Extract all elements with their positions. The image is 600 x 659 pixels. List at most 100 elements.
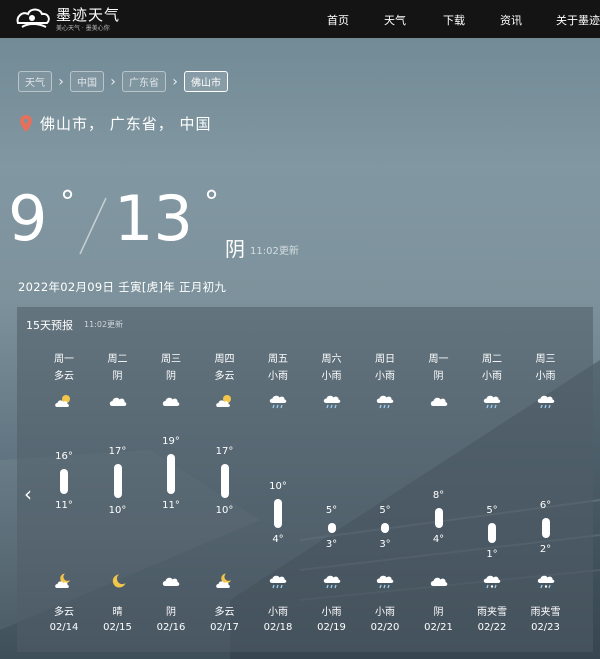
forecast-night-condition: 小雨	[375, 607, 395, 618]
temperature-range-bar	[274, 498, 282, 529]
logo-title: 墨迹天气	[56, 6, 121, 24]
breadcrumb-weather[interactable]: 天气	[18, 71, 52, 92]
nav-link-home[interactable]: 首页	[327, 12, 349, 28]
sleet-icon	[536, 573, 556, 589]
forecast-weekday: 周六	[321, 354, 342, 365]
cloudy-moon-icon	[54, 573, 74, 589]
current-high-temp: 13	[114, 182, 193, 255]
forecast-weekday: 周三	[161, 354, 181, 365]
forecast-night-condition: 小雨	[321, 607, 342, 618]
rain-icon	[375, 393, 395, 409]
forecast-high-temp: 5°	[486, 505, 498, 517]
partly-cloudy-icon	[54, 393, 74, 409]
forecast-date: 02/22	[477, 622, 507, 633]
forecast-day-column: 周二阴 17° 10° 晴 02/15	[91, 307, 145, 652]
temperature-range-bar	[167, 454, 175, 494]
forecast-low-temp: 2°	[539, 544, 552, 556]
forecast-weekday: 周一	[428, 354, 449, 365]
forecast-day-column: 周一阴 8° 4° 阴 02/21	[412, 307, 466, 652]
forecast-weekday: 周四	[214, 354, 235, 365]
rain-icon	[375, 573, 395, 589]
breadcrumb: 天气 › 中国 › 广东省 › 佛山市	[18, 71, 228, 92]
forecast-panel: 15天预报 11:02更新 ‹ 周一 多云 16° 11° 多云 02/14 周二阴 17° 1…	[17, 307, 593, 652]
temperature-range-bar	[381, 523, 389, 534]
forecast-day-column: 周五 小雨 10° 4° 小雨 02/18	[251, 307, 305, 652]
forecast-weekday: 周二	[482, 354, 502, 365]
rain-icon	[482, 393, 502, 409]
rain-icon	[322, 573, 342, 589]
forecast-day-column: 周六 小雨 5° 3° 小雨 02/19	[305, 307, 359, 652]
forecast-low-temp: 4°	[432, 534, 445, 546]
forecast-low-temp: 4°	[272, 534, 284, 546]
chevron-right-icon: ›	[58, 73, 64, 90]
forecast-weekday: 周一	[54, 354, 74, 365]
moon-icon	[108, 573, 128, 589]
rain-icon	[322, 393, 342, 409]
forecast-high-temp: 8°	[432, 490, 445, 502]
forecast-day-condition: 小雨	[321, 371, 342, 382]
breadcrumb-china[interactable]: 中国	[70, 71, 104, 92]
forecast-night-condition: 雨夹雪	[477, 607, 507, 618]
temperature-range-bar	[488, 523, 496, 543]
degree-symbol: °	[60, 185, 75, 220]
chevron-right-icon: ›	[172, 73, 178, 90]
forecast-day-column: 周四 多云 17° 10° 多云 02/17	[198, 307, 252, 652]
forecast-night-condition: 雨夹雪	[530, 607, 561, 618]
chevron-right-icon: ›	[110, 73, 116, 90]
forecast-date: 02/20	[370, 622, 400, 633]
degree-symbol: °	[204, 185, 219, 220]
nav-link-download[interactable]: 下载	[443, 12, 465, 28]
forecast-date: 02/23	[531, 622, 560, 633]
cloud-icon	[161, 393, 181, 409]
rain-icon	[268, 573, 288, 589]
forecast-date: 02/17	[210, 622, 239, 633]
forecast-low-temp: 3°	[379, 539, 391, 551]
chevron-left-icon[interactable]: ‹	[24, 482, 32, 506]
rain-icon	[536, 393, 556, 409]
cloud-icon	[161, 573, 181, 589]
forecast-day-condition: 阴	[166, 371, 176, 382]
forecast-weekday: 周二	[107, 354, 128, 365]
forecast-date: 02/18	[263, 622, 293, 633]
breadcrumb-guangdong[interactable]: 广东省	[122, 71, 166, 92]
forecast-low-temp: 10°	[108, 504, 127, 516]
forecast-weekday: 周日	[375, 354, 395, 365]
forecast-high-temp: 19°	[162, 436, 180, 447]
cloud-icon	[429, 393, 449, 409]
forecast-date: 02/15	[103, 622, 132, 633]
temperature-range-bar	[220, 463, 229, 499]
current-condition: 阴	[225, 237, 245, 261]
breadcrumb-foshan[interactable]: 佛山市	[184, 71, 228, 92]
temperature-range-bar	[541, 518, 550, 539]
forecast-day-condition: 小雨	[535, 371, 556, 382]
forecast-high-temp: 17°	[108, 445, 127, 457]
forecast-day-column: 周二 小雨 5° 1° 雨夹雪 02/22	[465, 307, 519, 652]
forecast-low-temp: 3°	[325, 539, 338, 551]
forecast-low-temp: 10°	[215, 504, 234, 516]
partly-cloudy-icon	[215, 393, 235, 409]
temp-divider	[79, 197, 107, 255]
forecast-low-temp: 11°	[162, 499, 180, 511]
forecast-high-temp: 17°	[215, 445, 234, 457]
logo-subtitle: 美心天气 · 墨美心你	[56, 25, 110, 32]
cloud-icon	[108, 393, 128, 409]
location-line: 佛山市， 广东省， 中国	[20, 113, 212, 134]
cloudy-moon-icon	[215, 573, 235, 589]
forecast-night-condition: 多云	[54, 607, 74, 618]
logo[interactable]: 墨迹天气 美心天气 · 墨美心你	[14, 3, 134, 35]
forecast-low-temp: 1°	[486, 549, 498, 560]
forecast-weekday: 周五	[268, 354, 288, 365]
logo-cloud-icon	[16, 8, 50, 28]
forecast-night-condition: 阴	[166, 607, 176, 618]
forecast-high-temp: 10°	[269, 480, 287, 492]
forecast-high-temp: 5°	[325, 505, 338, 517]
forecast-day-column: 周三 小雨 6° 2° 雨夹雪 02/23	[519, 307, 573, 652]
nav-link-about[interactable]: 关于墨迹	[556, 12, 600, 28]
forecast-date: 02/14	[49, 622, 79, 633]
nav-link-weather[interactable]: 天气	[384, 12, 406, 28]
location-pin-icon	[20, 115, 32, 132]
forecast-night-condition: 阴	[433, 607, 444, 618]
nav-link-news[interactable]: 资讯	[500, 12, 522, 28]
current-date: 2022年02月09日 壬寅[虎]年 正月初九	[18, 280, 227, 294]
current-low-temp: 9	[8, 182, 48, 255]
